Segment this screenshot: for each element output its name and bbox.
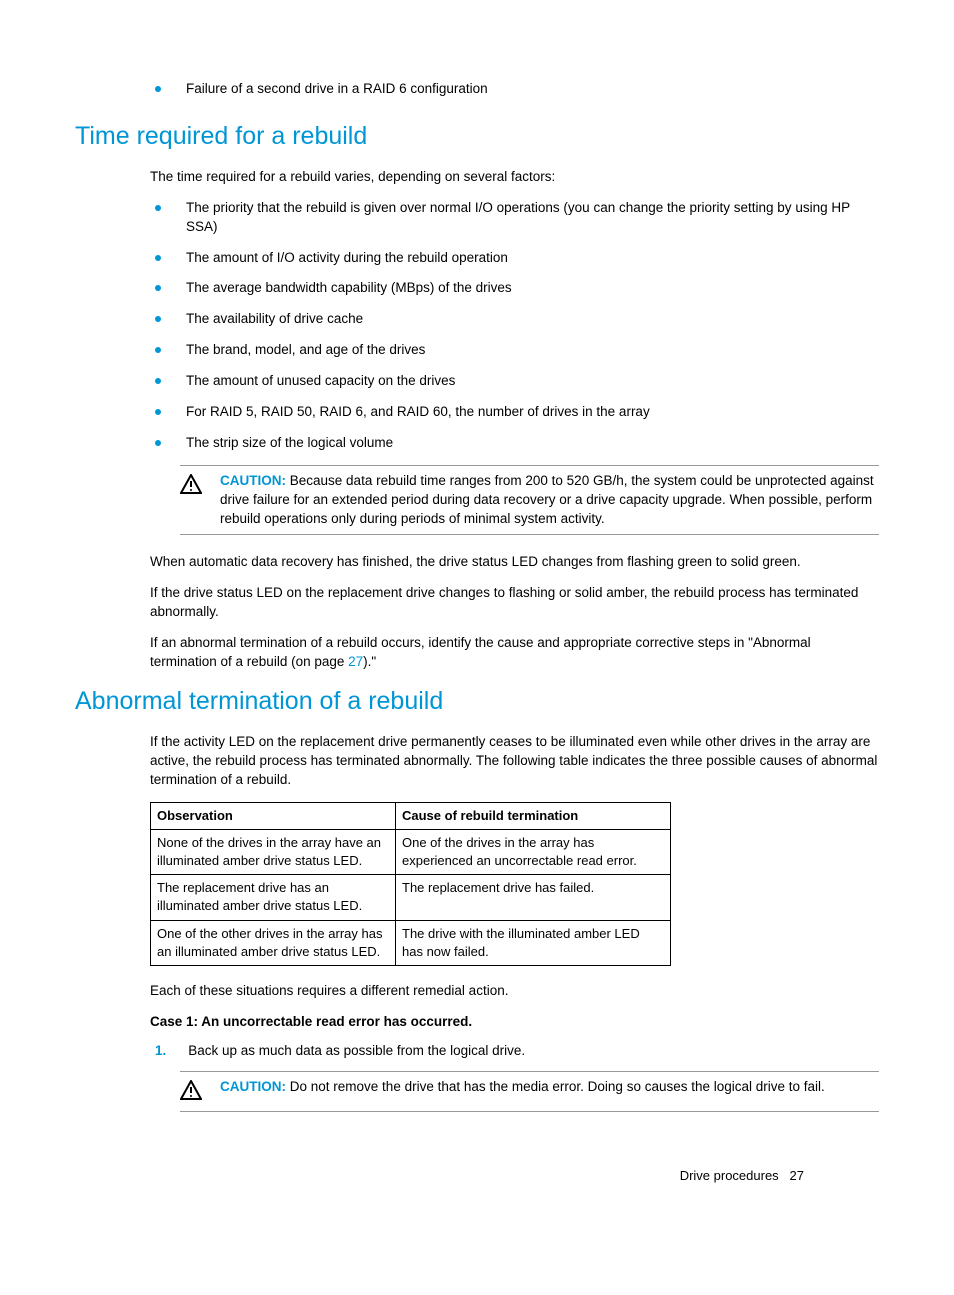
td-obs: The replacement drive has an illuminated…	[151, 875, 396, 920]
list-text: The brand, model, and age of the drives	[186, 341, 425, 360]
list-text: The amount of unused capacity on the dri…	[186, 372, 455, 391]
list-item: The amount of unused capacity on the dri…	[155, 372, 879, 391]
p3-pre: If an abnormal termination of a rebuild …	[150, 635, 811, 669]
td-obs: None of the drives in the array have an …	[151, 829, 396, 874]
table-row: None of the drives in the array have an …	[151, 829, 671, 874]
page-footer: Drive procedures 27	[680, 1167, 804, 1185]
list-text: The priority that the rebuild is given o…	[186, 199, 879, 237]
list-item: The average bandwidth capability (MBps) …	[155, 279, 879, 298]
list-text: The amount of I/O activity during the re…	[186, 249, 508, 268]
list-text: The average bandwidth capability (MBps) …	[186, 279, 512, 298]
list-item: The amount of I/O activity during the re…	[155, 249, 879, 268]
caution-content: CAUTION: Do not remove the drive that ha…	[220, 1078, 825, 1097]
bullet-icon	[155, 378, 161, 384]
list-item: The availability of drive cache	[155, 310, 879, 329]
bullet-icon	[155, 440, 161, 446]
step-1: 1. Back up as much data as possible from…	[155, 1042, 879, 1061]
page-link[interactable]: 27	[348, 654, 363, 669]
bullet-icon	[155, 205, 161, 211]
caution-triangle-icon	[180, 474, 202, 500]
list-text: For RAID 5, RAID 50, RAID 6, and RAID 60…	[186, 403, 650, 422]
list-item: The priority that the rebuild is given o…	[155, 199, 879, 237]
th-cause: Cause of rebuild termination	[396, 802, 671, 829]
table-header-row: Observation Cause of rebuild termination	[151, 802, 671, 829]
list-item: The brand, model, and age of the drives	[155, 341, 879, 360]
section1-p3: If an abnormal termination of a rebuild …	[150, 634, 879, 672]
bullet-icon	[155, 347, 161, 353]
td-obs: One of the other drives in the array has…	[151, 920, 396, 965]
caution-box-1: CAUTION: Because data rebuild time range…	[180, 465, 879, 536]
table-row: The replacement drive has an illuminated…	[151, 875, 671, 920]
section1-intro: The time required for a rebuild varies, …	[150, 168, 879, 187]
list-item: The strip size of the logical volume	[155, 434, 879, 453]
td-cause: One of the drives in the array has exper…	[396, 829, 671, 874]
bullet-icon	[155, 409, 161, 415]
section2-intro: If the activity LED on the replacement d…	[150, 733, 879, 790]
bullet-icon	[155, 285, 161, 291]
list-text: The availability of drive cache	[186, 310, 363, 329]
caution-content: CAUTION: Because data rebuild time range…	[220, 472, 879, 529]
section1-p2: If the drive status LED on the replaceme…	[150, 584, 879, 622]
table-row: One of the other drives in the array has…	[151, 920, 671, 965]
p3-post: )."	[363, 654, 376, 669]
caution-text: Do not remove the drive that has the med…	[290, 1079, 825, 1094]
footer-page: 27	[790, 1168, 804, 1183]
termination-table: Observation Cause of rebuild termination…	[150, 802, 671, 966]
bullet-icon	[155, 255, 161, 261]
bullet-icon	[155, 316, 161, 322]
td-cause: The replacement drive has failed.	[396, 875, 671, 920]
caution-label: CAUTION:	[220, 1079, 286, 1094]
intro-bullet-text: Failure of a second drive in a RAID 6 co…	[186, 80, 488, 99]
section1-p1: When automatic data recovery has finishe…	[150, 553, 879, 572]
caution-box-2: CAUTION: Do not remove the drive that ha…	[180, 1071, 879, 1113]
th-observation: Observation	[151, 802, 396, 829]
bullet-icon	[155, 86, 161, 92]
caution-triangle-icon	[180, 1080, 202, 1106]
step-text: Back up as much data as possible from th…	[188, 1042, 525, 1061]
td-cause: The drive with the illuminated amber LED…	[396, 920, 671, 965]
intro-bullet-item: Failure of a second drive in a RAID 6 co…	[155, 80, 879, 99]
list-item: For RAID 5, RAID 50, RAID 6, and RAID 60…	[155, 403, 879, 422]
section2-heading: Abnormal termination of a rebuild	[75, 684, 879, 719]
footer-section: Drive procedures	[680, 1168, 779, 1183]
caution-label: CAUTION:	[220, 473, 286, 488]
step-number: 1.	[155, 1042, 166, 1061]
caution-text: Because data rebuild time ranges from 20…	[220, 473, 874, 526]
factors-list: The priority that the rebuild is given o…	[155, 199, 879, 453]
section2-after: Each of these situations requires a diff…	[150, 982, 879, 1001]
section1-heading: Time required for a rebuild	[75, 119, 879, 154]
case1-heading: Case 1: An uncorrectable read error has …	[150, 1013, 879, 1032]
list-text: The strip size of the logical volume	[186, 434, 393, 453]
